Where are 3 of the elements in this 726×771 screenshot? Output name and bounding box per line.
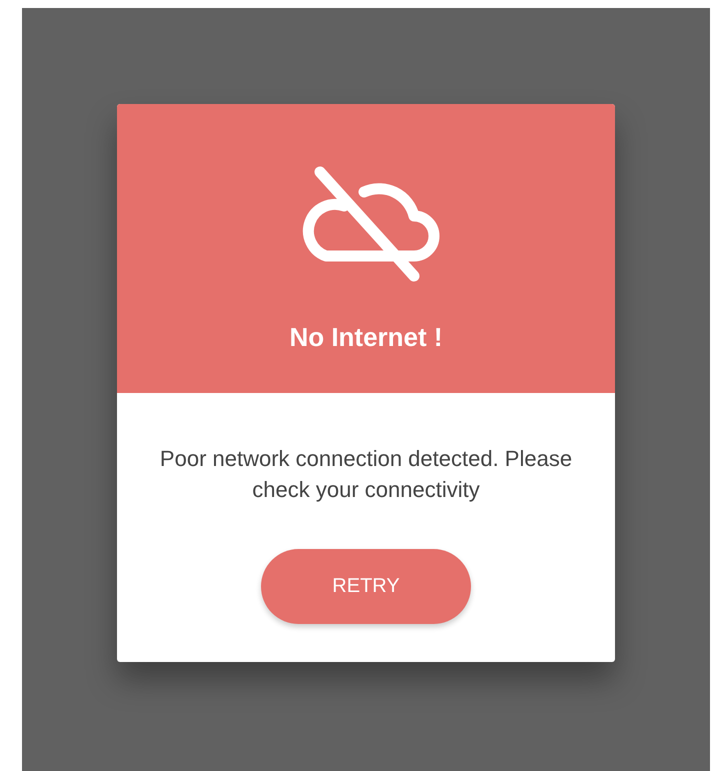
dialog-message: Poor network connection detected. Please check your connectivity	[158, 445, 574, 504]
dialog-title: No Internet !	[289, 322, 443, 353]
retry-button[interactable]: RETRY	[261, 549, 471, 624]
